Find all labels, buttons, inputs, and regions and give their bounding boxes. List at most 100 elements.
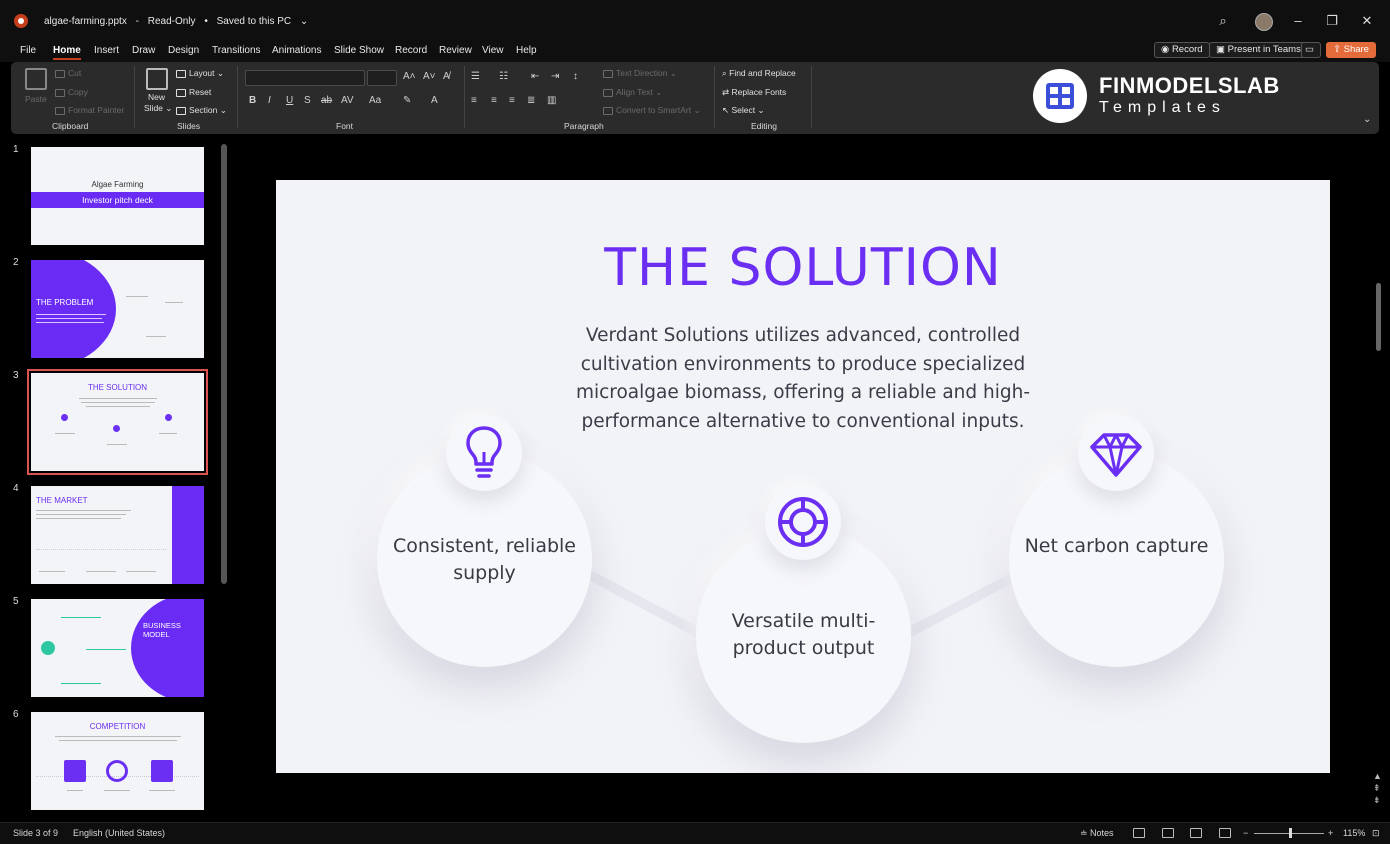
format-painter-button[interactable]: Format Painter — [55, 105, 124, 115]
brand-name: FINMODELSLAB — [1099, 73, 1280, 98]
layout-icon — [176, 69, 186, 78]
underline-icon[interactable]: U — [286, 95, 293, 106]
bold-icon[interactable]: B — [249, 95, 256, 106]
present-in-teams-button[interactable]: ▣ Present in Teams — [1209, 42, 1308, 58]
slide-scrollbar[interactable] — [1376, 283, 1381, 351]
tab-design[interactable]: Design — [168, 45, 199, 56]
chevron-down-icon: ⌄ — [299, 16, 309, 27]
thumbnail-slide-4[interactable]: THE MARKET — [31, 486, 204, 584]
zoom-in-icon[interactable]: + — [1328, 828, 1333, 838]
shadow-icon[interactable]: S — [304, 95, 311, 106]
paste-button[interactable]: Paste — [25, 94, 47, 104]
feature-card-versatile[interactable]: Versatile multi-product output — [696, 528, 911, 743]
share-button[interactable]: ⇪ Share — [1326, 42, 1376, 58]
font-name-dropdown[interactable] — [245, 70, 365, 86]
new-slide-icon[interactable] — [146, 68, 168, 90]
tab-help[interactable]: Help — [516, 45, 537, 56]
change-case-icon[interactable]: Aa — [369, 95, 381, 106]
avatar[interactable] — [1255, 13, 1273, 31]
layout-button[interactable]: Layout ⌄ — [176, 68, 224, 79]
thumbnail-slide-1[interactable]: Algae Farming Investor pitch deck — [31, 147, 204, 245]
tab-animations[interactable]: Animations — [272, 45, 321, 56]
copy-button[interactable]: Copy — [55, 87, 88, 97]
window-title[interactable]: algae-farming.pptx - Read-Only • Saved t… — [44, 16, 314, 27]
slide-show-icon[interactable] — [1219, 828, 1231, 838]
language-indicator[interactable]: English (United States) — [73, 828, 165, 838]
reset-icon — [176, 88, 186, 97]
slide-sorter-icon[interactable] — [1162, 828, 1174, 838]
increase-font-icon[interactable]: A˄ — [403, 71, 416, 82]
record-button[interactable]: ◉ Record — [1154, 42, 1210, 58]
align-text-button[interactable]: Align Text ⌄ — [603, 87, 662, 98]
paste-icon[interactable] — [25, 68, 47, 90]
numbering-icon[interactable]: ☷ — [499, 71, 508, 82]
reset-button[interactable]: Reset — [176, 87, 211, 97]
minimize-button[interactable]: – — [1289, 12, 1307, 30]
normal-view-icon[interactable] — [1133, 828, 1145, 838]
comments-button[interactable]: ▭ — [1301, 42, 1321, 58]
font-size-dropdown[interactable] — [367, 70, 397, 86]
align-center-icon[interactable]: ≡ — [491, 95, 497, 106]
tab-insert[interactable]: Insert — [94, 45, 119, 56]
tab-view[interactable]: View — [482, 45, 504, 56]
tab-home[interactable]: Home — [53, 45, 81, 60]
char-spacing-icon[interactable]: AV — [341, 95, 354, 106]
cut-button[interactable]: Cut — [55, 68, 81, 78]
thumbnail-slide-2[interactable]: THE PROBLEM — [31, 260, 204, 358]
text-direction-icon — [603, 69, 613, 78]
strikethrough-icon[interactable]: ab — [321, 95, 332, 106]
thumbnail-slide-5[interactable]: BUSINESS MODEL — [31, 599, 204, 697]
tab-transitions[interactable]: Transitions — [212, 45, 261, 56]
feature-label: Net carbon capture — [1024, 535, 1209, 557]
tab-file[interactable]: File — [20, 45, 36, 56]
slide-title[interactable]: THE SOLUTION — [276, 238, 1330, 298]
decrease-indent-icon[interactable]: ⇤ — [531, 71, 539, 82]
current-slide[interactable]: THE SOLUTION Verdant Solutions utilizes … — [276, 180, 1330, 773]
section-button[interactable]: Section ⌄ — [176, 105, 227, 116]
columns-icon[interactable]: ▥ — [547, 95, 556, 106]
slide-body-text[interactable]: Verdant Solutions utilizes advanced, con… — [543, 322, 1063, 436]
increase-indent-icon[interactable]: ⇥ — [551, 71, 559, 82]
notes-button[interactable]: ≐ Notes — [1080, 828, 1114, 839]
bullets-icon[interactable]: ☰ — [471, 71, 480, 82]
text-direction-button[interactable]: Text Direction ⌄ — [603, 68, 677, 79]
clear-format-icon[interactable]: A̸ — [443, 71, 450, 82]
new-slide-button[interactable]: New — [148, 92, 165, 102]
tab-review[interactable]: Review — [439, 45, 472, 56]
italic-icon[interactable]: I — [268, 95, 271, 106]
reading-view-icon[interactable] — [1190, 828, 1202, 838]
ribbon-tabs: File Home Insert Draw Design Transitions… — [0, 42, 1390, 62]
font-color-icon[interactable]: A — [431, 95, 438, 106]
select-button[interactable]: ↖ Select ⌄ — [722, 105, 765, 116]
save-status: Saved to this PC — [216, 16, 292, 27]
slide-nav-arrows[interactable]: ▲ ⇞ ⇟ — [1373, 770, 1382, 806]
search-icon[interactable]: ⌕ — [1214, 12, 1232, 30]
tab-record[interactable]: Record — [395, 45, 427, 56]
zoom-level[interactable]: 115% — [1343, 828, 1365, 838]
restore-button[interactable]: ❐ — [1323, 12, 1341, 30]
zoom-slider-handle[interactable] — [1289, 828, 1292, 838]
thumbnail-slide-6[interactable]: COMPETITION — [31, 712, 204, 810]
replace-fonts-button[interactable]: ⇄ Replace Fonts — [722, 87, 786, 98]
highlight-icon[interactable]: ✎ — [403, 95, 411, 106]
convert-smartart-button[interactable]: Convert to SmartArt ⌄ — [603, 105, 701, 116]
thumbnails-scrollbar[interactable] — [221, 144, 227, 584]
align-left-icon[interactable]: ≡ — [471, 95, 477, 106]
fit-to-window-icon[interactable]: ⊡ — [1372, 828, 1380, 839]
close-button[interactable]: ✕ — [1358, 12, 1376, 30]
tab-slide-show[interactable]: Slide Show — [334, 45, 384, 56]
thumbnail-slide-3[interactable]: THE SOLUTION — [27, 369, 208, 475]
justify-icon[interactable]: ≣ — [527, 95, 535, 106]
paragraph-group-label: Paragraph — [564, 121, 604, 131]
align-right-icon[interactable]: ≡ — [509, 95, 515, 106]
read-only-label: Read-Only — [147, 16, 196, 27]
feature-label: Consistent, reliable supply — [392, 535, 577, 584]
brand-mark — [1033, 69, 1087, 123]
find-replace-button[interactable]: ⌕ Find and Replace — [722, 68, 796, 79]
collapse-ribbon-icon[interactable]: ⌄ — [1363, 114, 1371, 125]
decrease-font-icon[interactable]: A˅ — [423, 71, 436, 82]
slides-group-label: Slides — [177, 121, 201, 131]
line-spacing-icon[interactable]: ↕ — [573, 71, 578, 82]
tab-draw[interactable]: Draw — [132, 45, 155, 56]
zoom-out-icon[interactable]: − — [1243, 828, 1248, 838]
